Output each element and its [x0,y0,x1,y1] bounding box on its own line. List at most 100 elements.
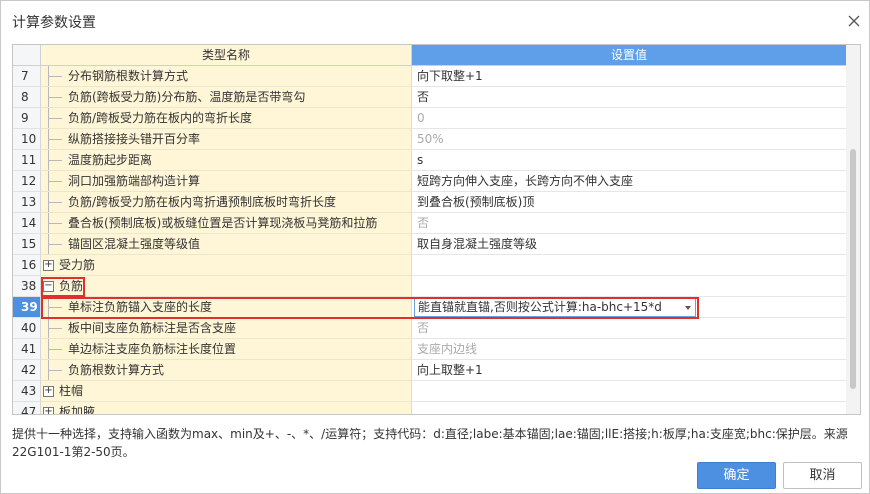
param-value-cell[interactable]: 否 [412,318,846,339]
param-name-cell[interactable]: 负筋/跨板受力筋在板内的弯折长度 [41,108,412,129]
vertical-scrollbar[interactable] [846,45,860,414]
param-name-cell[interactable]: + 柱帽 [41,381,412,402]
value-dropdown[interactable]: 能直锚就直锚,否则按公式计算:ha-bhc+15*d [414,298,696,317]
param-name-cell[interactable]: 分布钢筋根数计算方式 [41,66,412,87]
tree-group-row[interactable]: 38− 负筋 [13,276,846,297]
group-label: 受力筋 [59,258,96,272]
table-row[interactable]: 39 单标注负筋锚入支座的长度 能直锚就直锚,否则按公式计算:ha-bhc+15*d [13,297,846,318]
table-row[interactable]: 40 板中间支座负筋标注是否含支座 否 [13,318,846,339]
cancel-button[interactable]: 取消 [783,462,862,489]
header-setting-value[interactable]: 设置值 [412,45,846,66]
param-name-cell[interactable]: 负筋根数计算方式 [41,360,412,381]
param-value-cell[interactable]: 0 [412,108,846,129]
table-row[interactable]: 15 锚固区混凝土强度等级值 取自身混凝土强度等级 [13,234,846,255]
row-number: 41 [13,339,41,360]
header-type-name[interactable]: 类型名称 [41,45,412,66]
row-number: 14 [13,213,41,234]
tree-connector-horizontal [48,76,62,77]
expand-icon[interactable]: + [43,407,54,414]
tree-connector-horizontal [48,223,62,224]
row-number: 11 [13,150,41,171]
table-row[interactable]: 12 洞口加强筋端部构造计算 短跨方向伸入支座，长跨方向不伸入支座 [13,171,846,192]
param-name-cell[interactable]: 单标注负筋锚入支座的长度 [41,297,412,318]
param-name-cell[interactable]: − 负筋 [41,276,412,297]
param-value-cell[interactable] [412,381,846,402]
param-name-cell[interactable]: 锚固区混凝土强度等级值 [41,234,412,255]
param-value-cell[interactable]: s [412,150,846,171]
tree-group-row[interactable]: 47 + 板加腋 [13,402,846,414]
tree-connector-horizontal [48,118,62,119]
group-label: 柱帽 [59,384,84,398]
table-row[interactable]: 9 负筋/跨板受力筋在板内的弯折长度 0 [13,108,846,129]
param-name-cell[interactable]: 板中间支座负筋标注是否含支座 [41,318,412,339]
param-name-cell[interactable]: 洞口加强筋端部构造计算 [41,171,412,192]
param-name-label: 单标注负筋锚入支座的长度 [68,300,213,314]
tree-connector-horizontal [48,160,62,161]
param-value-cell[interactable]: 取自身混凝土强度等级 [412,234,846,255]
param-name-cell[interactable]: 叠合板(预制底板)或板缝位置是否计算现浇板马凳筋和拉筋 [41,213,412,234]
param-value-cell[interactable]: 50% [412,129,846,150]
param-value-cell[interactable]: 到叠合板(预制底板)顶 [412,192,846,213]
tree-connector-horizontal [48,202,62,203]
tree-group-row[interactable]: 43 + 柱帽 [13,381,846,402]
close-icon[interactable] [846,13,862,29]
table-row[interactable]: 41 单边标注支座负筋标注长度位置 支座内边线 [13,339,846,360]
table-row[interactable]: 13 负筋/跨板受力筋在板内弯折遇预制底板时弯折长度 到叠合板(预制底板)顶 [13,192,846,213]
param-value-cell[interactable] [412,276,846,297]
param-name-cell[interactable]: 纵筋搭接接头错开百分率 [41,129,412,150]
dialog-title: 计算参数设置 [12,15,96,31]
param-value-cell[interactable] [412,255,846,276]
param-value-cell[interactable]: 向下取整+1 [412,66,846,87]
param-name-label: 纵筋搭接接头错开百分率 [68,132,201,146]
row-number: 47 [13,402,41,414]
table-row[interactable]: 7 分布钢筋根数计算方式 向下取整+1 [13,66,846,87]
param-value-cell[interactable] [412,402,846,414]
group-label: 负筋 [59,279,84,293]
param-value-cell[interactable]: 支座内边线 [412,339,846,360]
table-row[interactable]: 8 负筋(跨板受力筋)分布筋、温度筋是否带弯勾 否 [13,87,846,108]
param-value-cell[interactable]: 否 [412,87,846,108]
row-number: 13 [13,192,41,213]
tree-connector-horizontal [48,97,62,98]
row-number: 10 [13,129,41,150]
table-row[interactable]: 14 叠合板(预制底板)或板缝位置是否计算现浇板马凳筋和拉筋 否 [13,213,846,234]
collapse-icon[interactable]: − [43,281,54,292]
tree-connector-horizontal [48,139,62,140]
tree-connector-horizontal [48,370,62,371]
table-row[interactable]: 42 负筋根数计算方式 向上取整+1 [13,360,846,381]
param-name-label: 板中间支座负筋标注是否含支座 [68,321,237,335]
expand-icon[interactable]: + [43,386,54,397]
row-number: 40 [13,318,41,339]
param-name-label: 负筋(跨板受力筋)分布筋、温度筋是否带弯勾 [68,90,306,104]
param-name-cell[interactable]: + 受力筋 [41,255,412,276]
param-name-cell[interactable]: 单边标注支座负筋标注长度位置 [41,339,412,360]
tree-group-row[interactable]: 16 + 受力筋 [13,255,846,276]
param-value-cell[interactable]: 否 [412,213,846,234]
param-name-cell[interactable]: + 板加腋 [41,402,412,414]
param-name-label: 分布钢筋根数计算方式 [68,69,189,83]
scrollbar-thumb[interactable] [850,149,856,389]
param-name-label: 单边标注支座负筋标注长度位置 [68,342,237,356]
param-name-label: 负筋/跨板受力筋在板内的弯折长度 [68,111,253,125]
expand-icon[interactable]: + [43,260,54,271]
tree-connector-horizontal [48,328,62,329]
table-row[interactable]: 10 纵筋搭接接头错开百分率 50% [13,129,846,150]
grid-header: 类型名称 设置值 [13,45,860,66]
param-name-cell[interactable]: 负筋(跨板受力筋)分布筋、温度筋是否带弯勾 [41,87,412,108]
param-name-label: 负筋/跨板受力筋在板内弯折遇预制底板时弯折长度 [68,195,337,209]
param-name-label: 负筋根数计算方式 [68,363,165,377]
param-value-cell[interactable]: 能直锚就直锚,否则按公式计算:ha-bhc+15*d [412,297,846,318]
param-value-cell[interactable]: 向上取整+1 [412,360,846,381]
param-name-cell[interactable]: 负筋/跨板受力筋在板内弯折遇预制底板时弯折长度 [41,192,412,213]
calc-params-dialog: 计算参数设置 类型名称 设置值 7 分布钢筋根数计算方式 向下取整+1 8 负筋(跨板受… [0,0,870,494]
param-name-cell[interactable]: 温度筋起步距离 [41,150,412,171]
header-row-number [13,45,41,66]
param-name-label: 锚固区混凝土强度等级值 [68,237,201,251]
row-number: 43 [13,381,41,402]
row-number: 12 [13,171,41,192]
table-row[interactable]: 11 温度筋起步距离 s [13,150,846,171]
row-number: 42 [13,360,41,381]
ok-button[interactable]: 确定 [697,462,776,489]
chevron-down-icon[interactable] [685,306,691,310]
param-value-cell[interactable]: 短跨方向伸入支座，长跨方向不伸入支座 [412,171,846,192]
